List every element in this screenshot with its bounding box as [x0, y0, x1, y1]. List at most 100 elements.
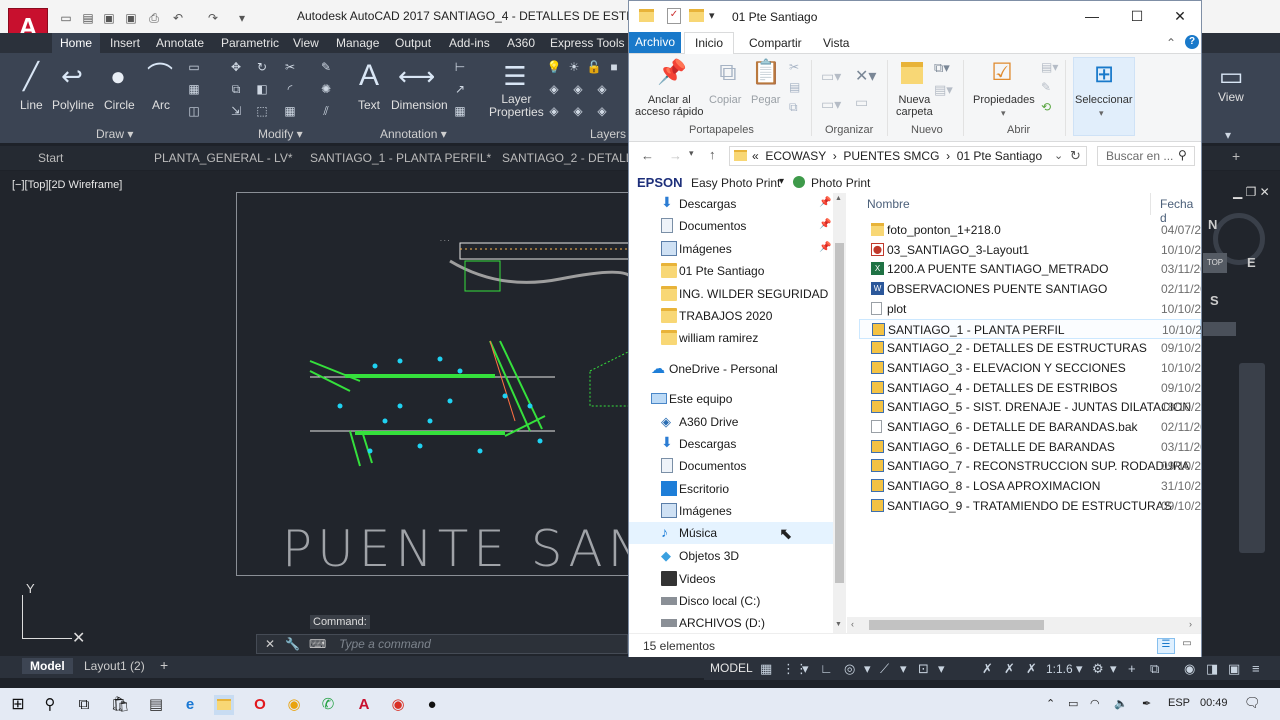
file-row[interactable]: SANTIAGO_3 - ELEVACION Y SECCIONES 10/10/…	[859, 358, 1201, 378]
edit-icon[interactable]: ✎	[1041, 80, 1051, 94]
move-to-icon[interactable]: ▭▾	[821, 68, 841, 85]
nav-item[interactable]: Escritorio	[629, 478, 834, 500]
copy-path-icon[interactable]: ▤	[789, 80, 800, 94]
delete-icon[interactable]: ✕▾	[855, 66, 876, 86]
notification-icon[interactable]: 🗨	[1244, 695, 1261, 711]
layer-tool-icon[interactable]: ◈	[570, 81, 586, 97]
horizontal-scrollbar-thumb[interactable]	[869, 620, 1044, 630]
save-as-icon[interactable]: ▣	[123, 11, 139, 25]
paste-shortcut-icon[interactable]: ⧉	[789, 100, 798, 115]
nav-scrollbar[interactable]: ▲ ▼	[833, 193, 846, 633]
layer-properties-icon[interactable]: ☰	[498, 59, 532, 93]
grid-icon[interactable]: ▦	[760, 661, 772, 677]
nav-item[interactable]: ◆ Objetos 3D	[629, 545, 834, 567]
offset-icon[interactable]: ⫽	[318, 103, 334, 119]
osnap-dropdown-icon[interactable]: ▾	[938, 661, 945, 677]
command-close-icon[interactable]: ✕	[265, 637, 275, 651]
layer-tool-icon[interactable]: ◈	[570, 103, 586, 119]
tab-model[interactable]: Model	[22, 658, 73, 674]
ribbon-tab-home[interactable]: Home	[52, 33, 101, 53]
opera-icon[interactable]: O	[250, 695, 270, 715]
text-tool-icon[interactable]: A	[352, 59, 386, 93]
file-row[interactable]: SANTIAGO_5 - SIST. DRENAJE - JUNTAS DILA…	[859, 397, 1201, 417]
pinned-icon[interactable]: 📌	[819, 219, 831, 230]
volume-icon[interactable]: 🔈	[1114, 697, 1128, 710]
easy-photo-print-button[interactable]: Easy Photo Print	[691, 176, 780, 190]
search-icon[interactable]: ⚲	[40, 695, 60, 715]
hardware-accel-icon[interactable]: ◉	[1184, 661, 1195, 677]
mirror-icon[interactable]: ◧	[254, 81, 270, 97]
polyline-tool-icon[interactable]: ↩	[55, 59, 89, 93]
back-arrow-icon[interactable]: ←	[641, 148, 654, 163]
nav-item[interactable]: ◈ A360 Drive	[629, 411, 834, 433]
windows-start-icon[interactable]: ⊞	[8, 695, 28, 715]
file-row[interactable]: SANTIAGO_4 - DETALLES DE ESTRIBOS 09/10/2…	[859, 378, 1201, 398]
navigation-bar[interactable]	[1239, 363, 1265, 553]
search-box[interactable]: Buscar en ... ⚲	[1097, 146, 1195, 166]
easy-access-icon[interactable]: ▤▾	[934, 82, 953, 98]
polar-icon[interactable]: ◎	[844, 661, 855, 677]
column-header-name[interactable]: Nombre	[867, 197, 910, 211]
region-icon[interactable]: ◫	[186, 103, 202, 119]
ribbon-tab-express-tools[interactable]: Express Tools	[550, 36, 624, 50]
collapse-ribbon-icon[interactable]: ⌃	[1166, 36, 1176, 50]
layer-unlock-icon[interactable]: 🔓	[586, 59, 602, 75]
annotation-visibility-icon[interactable]: ✗	[982, 661, 993, 677]
paste-icon[interactable]: 📋	[751, 58, 781, 88]
tab-vista[interactable]: Vista	[823, 36, 849, 50]
osnap-icon[interactable]: ⊡	[918, 661, 929, 677]
clock[interactable]: 00:49	[1200, 697, 1228, 709]
app-icon[interactable]: ▤	[146, 695, 166, 715]
edge-icon[interactable]: e	[180, 695, 200, 715]
new-item-icon[interactable]: ⧉▾	[934, 60, 950, 76]
address-dropdown-icon[interactable]: ⌄	[1054, 149, 1063, 162]
command-customize-icon[interactable]: 🔧	[285, 637, 300, 651]
layer-color-swatch-icon[interactable]: ■	[606, 59, 622, 75]
doc-tab-planta-general[interactable]: PLANTA_GENERAL - LV*	[154, 151, 293, 165]
scale-dropdown-icon[interactable]: ▾	[1076, 661, 1083, 677]
breadcrumb-ecowasy[interactable]: ECOWASY	[765, 149, 826, 163]
pinned-icon[interactable]: 📌	[819, 197, 831, 208]
layers-group-label[interactable]: Layers	[590, 127, 626, 141]
hatch-icon[interactable]: ▦	[186, 81, 202, 97]
new-folder-icon[interactable]	[901, 62, 923, 84]
isodraft-dropdown-icon[interactable]: ▾	[900, 661, 907, 677]
draw-group-label[interactable]: Draw ▾	[96, 127, 133, 141]
obs-icon[interactable]: ●	[422, 695, 442, 715]
arc-tool-icon[interactable]: ⌒	[143, 59, 177, 93]
erase-icon[interactable]: ✎	[318, 59, 334, 75]
ribbon-tab-view[interactable]: View	[293, 36, 319, 50]
view-dropdown-icon[interactable]: ▾	[1220, 127, 1236, 143]
scale-icon[interactable]: ⬚	[254, 103, 270, 119]
nav-item[interactable]: william ramirez	[629, 327, 834, 349]
nav-item[interactable]: ⬇ Descargas	[629, 433, 834, 455]
file-row[interactable]: SANTIAGO_8 - LOSA APROXIMACION 31/10/20	[859, 476, 1201, 496]
search-icon[interactable]: ⚲	[1178, 148, 1187, 162]
add-icon[interactable]: +	[1128, 661, 1136, 676]
breadcrumb-overflow[interactable]: «	[752, 149, 759, 163]
explode-icon[interactable]: ✺	[318, 81, 334, 97]
close-button[interactable]: ✕	[1165, 6, 1195, 26]
fillet-icon[interactable]: ◜	[282, 81, 298, 97]
annotation-group-label[interactable]: Annotation ▾	[380, 127, 447, 141]
pinned-icon[interactable]: 📌	[819, 242, 831, 253]
modify-group-label[interactable]: Modify ▾	[258, 127, 303, 141]
rectangle-icon[interactable]: ▭	[186, 59, 202, 75]
properties-quick-icon[interactable]: ✓	[667, 8, 681, 24]
language-indicator[interactable]: ESP	[1168, 697, 1190, 709]
scroll-left-icon[interactable]: ‹	[851, 619, 854, 629]
file-row[interactable]: SANTIAGO_1 - PLANTA PERFIL 10/10/20	[859, 318, 1201, 339]
wcs-menu[interactable]	[1203, 322, 1236, 336]
layer-properties-label[interactable]: Layer Properties	[489, 93, 544, 119]
command-input[interactable]: Type a command	[339, 637, 431, 651]
workspace-dropdown-icon[interactable]: ▾	[1110, 661, 1117, 677]
file-explorer-taskbar-icon[interactable]	[214, 695, 234, 715]
nav-item[interactable]: Imágenes	[629, 500, 834, 522]
array-icon[interactable]: ▦	[282, 103, 298, 119]
up-arrow-icon[interactable]: ↑	[709, 147, 716, 162]
select-dropdown-icon[interactable]: ▾	[1099, 108, 1104, 119]
isolate-icon[interactable]: ⧉	[1150, 661, 1159, 677]
address-bar[interactable]: « ECOWASY › PUENTES SMCG › 01 Pte Santia…	[729, 146, 1087, 166]
polar-dropdown-icon[interactable]: ▾	[864, 661, 871, 677]
minimize-button[interactable]: —	[1077, 6, 1107, 26]
